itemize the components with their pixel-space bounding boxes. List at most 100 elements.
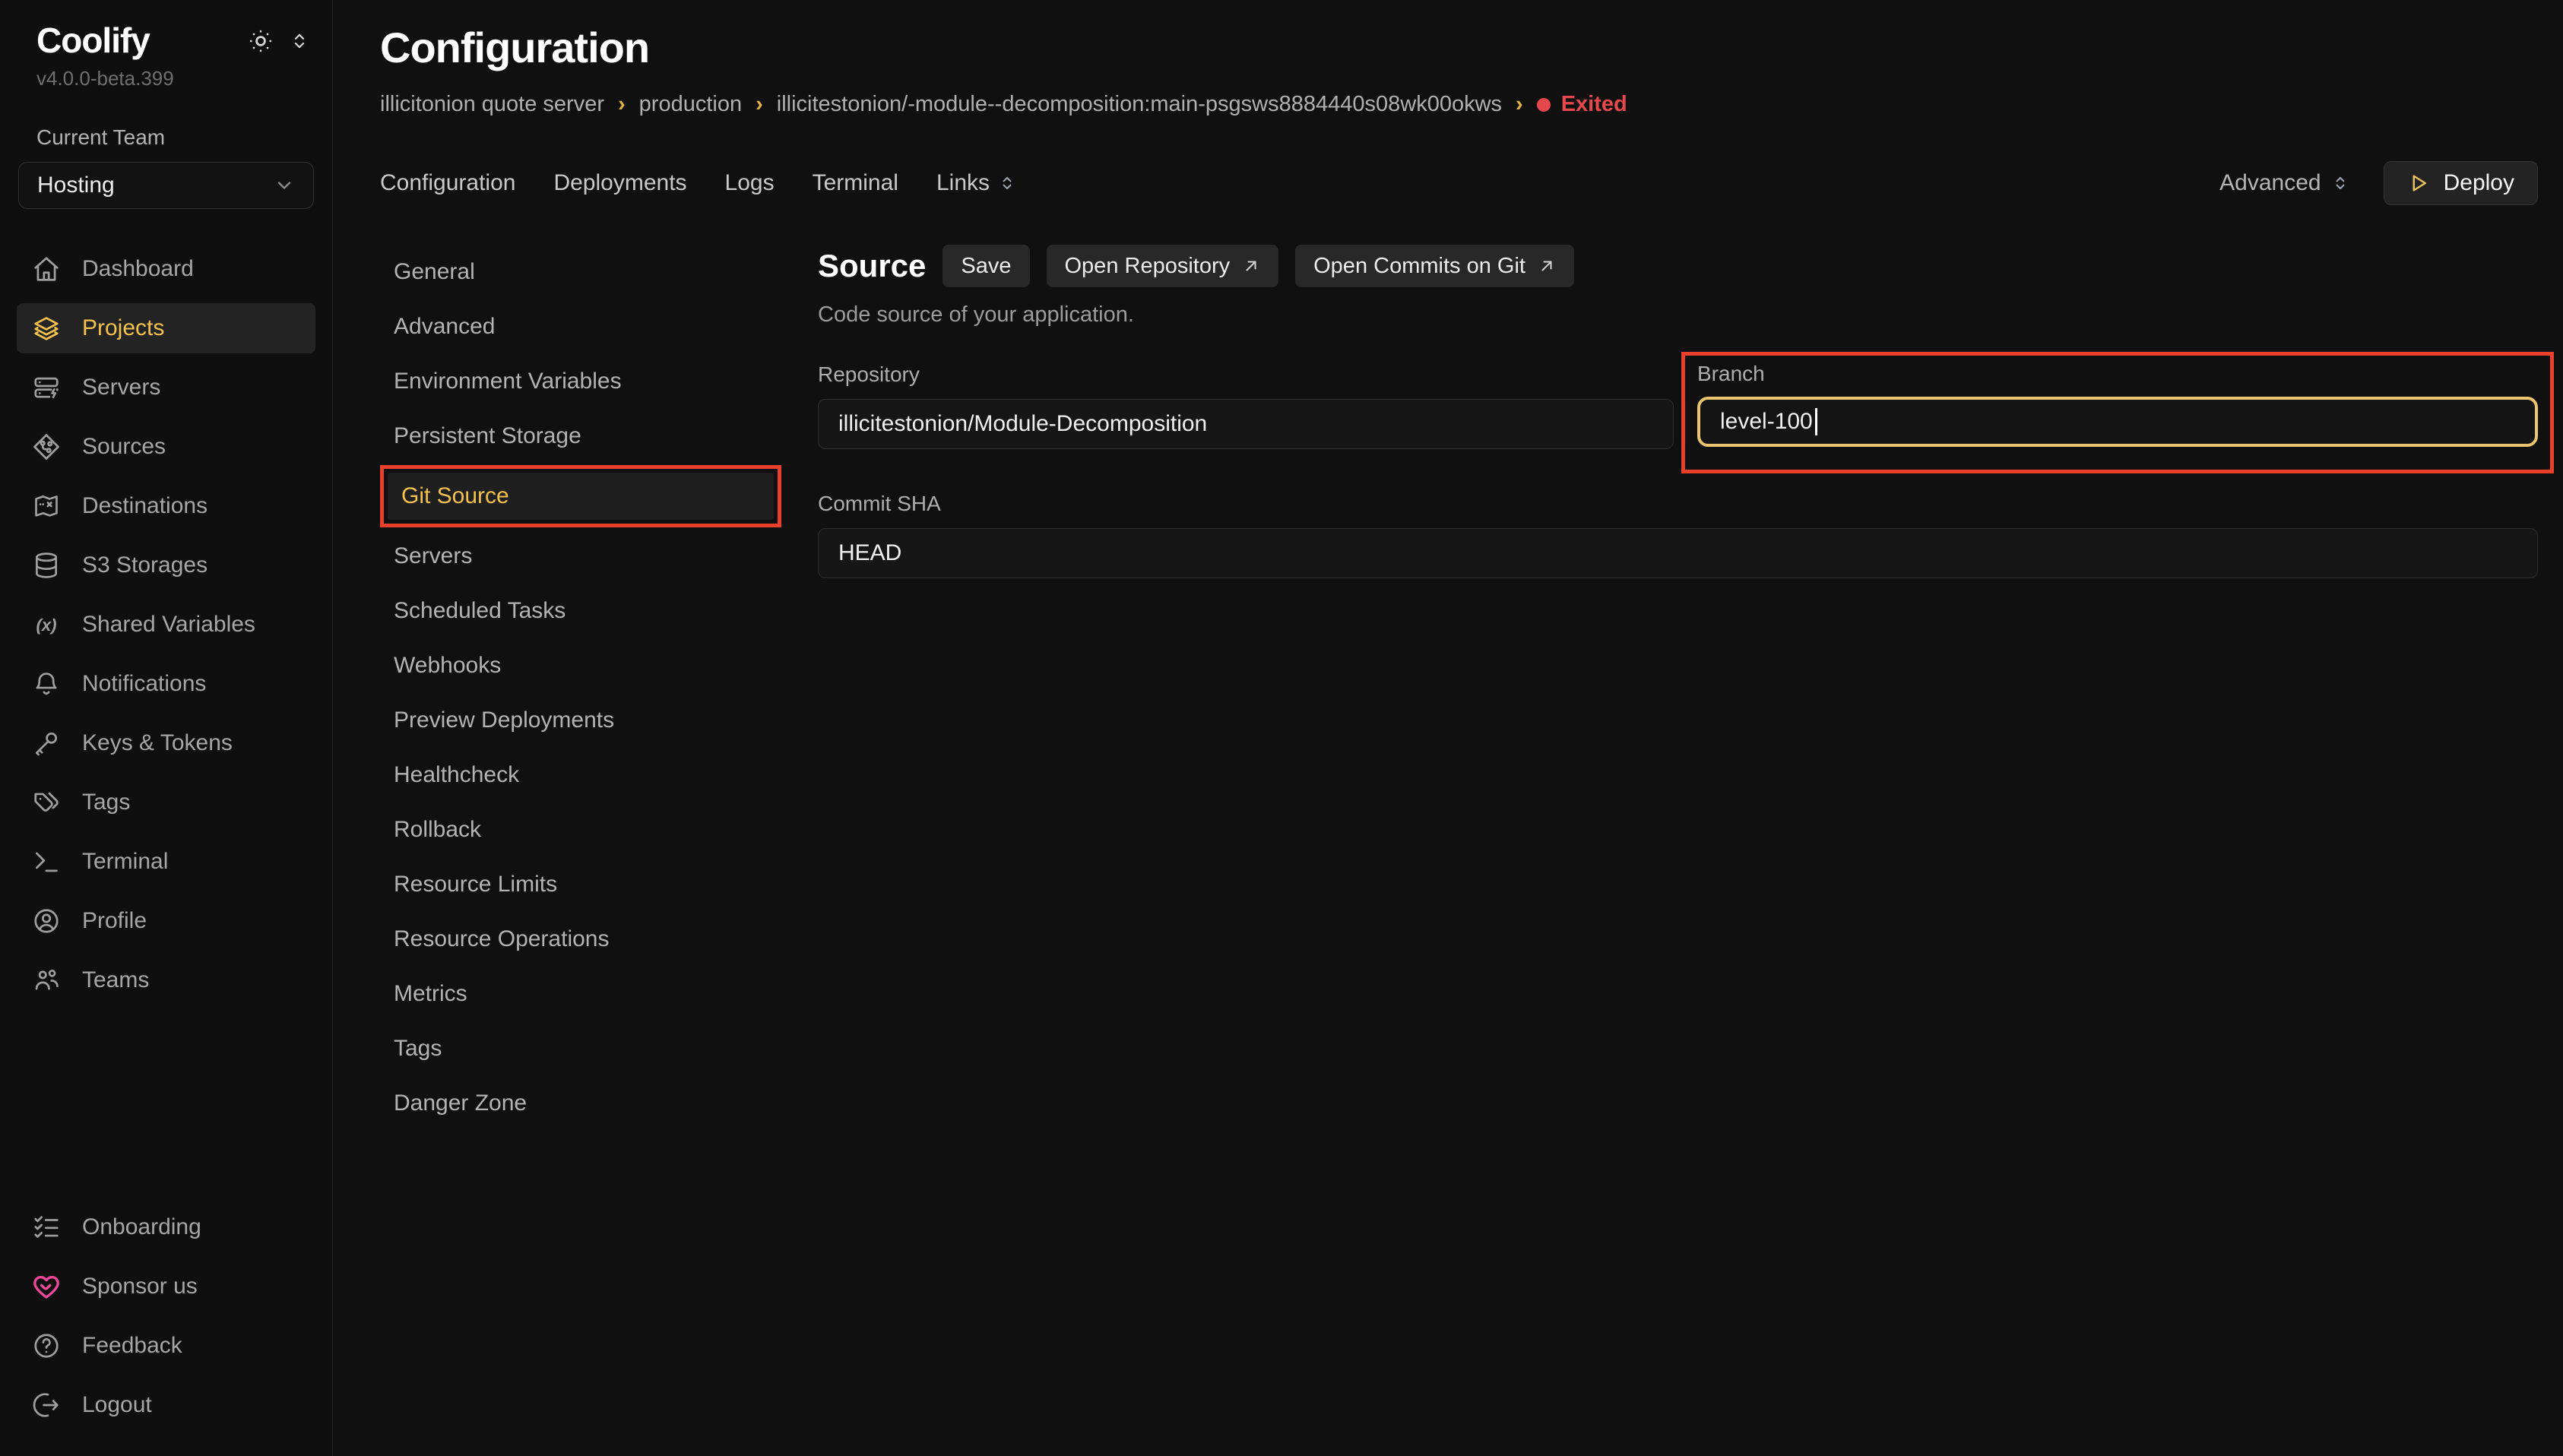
sidebar-nav: Dashboard Projects Servers Sources Desti…	[17, 244, 315, 1005]
branch-input[interactable]: level-100	[1697, 397, 2538, 447]
breadcrumb-separator-icon: ›	[618, 92, 626, 117]
sidebar-item-profile[interactable]: Profile	[17, 896, 315, 946]
commit-sha-field: Commit SHA HEAD	[818, 492, 2538, 578]
subnav-item-resource-operations[interactable]: Resource Operations	[380, 912, 818, 967]
tab-links[interactable]: Links	[936, 170, 1017, 196]
sidebar-item-shared-variables[interactable]: (x) Shared Variables	[17, 600, 315, 650]
sidebar-item-dashboard[interactable]: Dashboard	[17, 244, 315, 294]
advanced-dropdown[interactable]: Advanced	[2219, 170, 2349, 196]
subnav-item-advanced[interactable]: Advanced	[380, 299, 818, 354]
tabs: Configuration Deployments Logs Terminal …	[380, 170, 1017, 196]
variable-icon: (x)	[32, 610, 61, 639]
subnav-item-servers[interactable]: Servers	[380, 529, 818, 584]
repository-input[interactable]: illicitestonion/Module-Decomposition	[818, 399, 1674, 449]
sidebar-item-s3-storages[interactable]: S3 Storages	[17, 540, 315, 590]
home-icon	[32, 255, 61, 283]
database-icon	[32, 551, 61, 580]
layers-icon	[32, 314, 61, 343]
deploy-button[interactable]: Deploy	[2384, 161, 2538, 205]
main-content: Configuration illicitonion quote server …	[333, 0, 2563, 1456]
current-team-label: Current Team	[36, 125, 315, 150]
tab-deployments[interactable]: Deployments	[553, 170, 686, 196]
git-source-icon	[32, 432, 61, 461]
breadcrumb-project[interactable]: illicitonion quote server	[380, 92, 604, 117]
section-description: Code source of your application.	[818, 302, 2538, 328]
sidebar-item-logout[interactable]: Logout	[17, 1380, 315, 1430]
header-actions: Advanced Deploy	[2219, 161, 2538, 205]
sidebar-item-terminal[interactable]: Terminal	[17, 837, 315, 887]
logout-icon	[32, 1391, 61, 1420]
tab-configuration[interactable]: Configuration	[380, 170, 515, 196]
chevrons-up-down-icon	[997, 173, 1017, 193]
sidebar-item-tags[interactable]: Tags	[17, 777, 315, 828]
repository-label: Repository	[818, 362, 1674, 387]
heart-icon	[32, 1272, 61, 1301]
external-link-icon	[1538, 257, 1556, 275]
breadcrumb-separator-icon: ›	[756, 92, 763, 117]
sidebar-item-sources[interactable]: Sources	[17, 422, 315, 472]
user-circle-icon	[32, 907, 61, 935]
users-icon	[32, 966, 61, 995]
play-icon	[2407, 172, 2430, 195]
tags-icon	[32, 788, 61, 817]
subnav-item-metrics[interactable]: Metrics	[380, 967, 818, 1021]
breadcrumb-environment[interactable]: production	[639, 92, 742, 117]
svg-text:(x): (x)	[36, 616, 56, 635]
sidebar-item-feedback[interactable]: Feedback	[17, 1321, 315, 1371]
sidebar-item-destinations[interactable]: Destinations	[17, 481, 315, 531]
git-source-section: Source Save Open Repository Open Commits…	[818, 245, 2538, 578]
subnav-item-git-source[interactable]: Git Source	[388, 473, 774, 520]
team-select[interactable]: Hosting	[18, 162, 314, 209]
sidebar-item-teams[interactable]: Teams	[17, 955, 315, 1005]
sidebar-item-onboarding[interactable]: Onboarding	[17, 1202, 315, 1252]
checklist-icon	[32, 1213, 61, 1242]
key-icon	[32, 729, 61, 758]
sidebar-item-keys-tokens[interactable]: Keys & Tokens	[17, 718, 315, 768]
terminal-icon	[32, 847, 61, 876]
logo-row: Coolify	[17, 20, 315, 61]
chevron-down-icon	[274, 175, 295, 196]
breadcrumb-application[interactable]: illicitestonion/-module--decomposition:m…	[777, 92, 1502, 117]
subnav-item-persistent-storage[interactable]: Persistent Storage	[380, 409, 818, 464]
configuration-subnav: General Advanced Environment Variables P…	[380, 245, 818, 1131]
subnav-item-healthcheck[interactable]: Healthcheck	[380, 748, 818, 802]
subnav-item-danger-zone[interactable]: Danger Zone	[380, 1076, 818, 1131]
server-icon	[32, 373, 61, 402]
annotation-box-branch: Branch level-100	[1681, 352, 2554, 473]
annotation-box-git-source: Git Source	[380, 465, 781, 527]
sidebar-item-servers[interactable]: Servers	[17, 362, 315, 413]
theme-sun-icon[interactable]	[247, 27, 274, 55]
chevrons-up-down-icon	[2330, 173, 2350, 193]
sidebar: Coolify v4.0.0-beta.399 Current Team Hos…	[0, 0, 333, 1456]
subnav-item-webhooks[interactable]: Webhooks	[380, 638, 818, 693]
sidebar-item-notifications[interactable]: Notifications	[17, 659, 315, 709]
subnav-item-resource-limits[interactable]: Resource Limits	[380, 857, 818, 912]
app-version: v4.0.0-beta.399	[36, 67, 315, 90]
tab-terminal[interactable]: Terminal	[813, 170, 898, 196]
subnav-item-tags[interactable]: Tags	[380, 1021, 818, 1076]
team-select-value: Hosting	[37, 173, 115, 198]
sidebar-footer-nav: Onboarding Sponsor us Feedback Logout	[17, 1202, 315, 1430]
section-title: Source	[818, 248, 926, 284]
subnav-item-general[interactable]: General	[380, 245, 818, 299]
subnav-item-environment-variables[interactable]: Environment Variables	[380, 354, 818, 409]
page-title: Configuration	[380, 23, 2538, 72]
branch-label: Branch	[1697, 362, 2538, 386]
open-commits-button[interactable]: Open Commits on Git	[1295, 245, 1574, 287]
status-label: Exited	[1561, 92, 1627, 117]
sidebar-item-sponsor[interactable]: Sponsor us	[17, 1261, 315, 1312]
subnav-item-preview-deployments[interactable]: Preview Deployments	[380, 693, 818, 748]
bell-icon	[32, 669, 61, 698]
open-repository-button[interactable]: Open Repository	[1047, 245, 1279, 287]
tabs-row: Configuration Deployments Logs Terminal …	[380, 161, 2538, 205]
sidebar-item-projects[interactable]: Projects	[17, 303, 315, 353]
subnav-item-rollback[interactable]: Rollback	[380, 802, 818, 857]
map-icon	[32, 492, 61, 521]
subnav-item-scheduled-tasks[interactable]: Scheduled Tasks	[380, 584, 818, 638]
breadcrumb: illicitonion quote server › production ›…	[380, 92, 2538, 117]
save-button[interactable]: Save	[943, 245, 1029, 287]
commit-sha-input[interactable]: HEAD	[818, 528, 2538, 578]
commit-sha-label: Commit SHA	[818, 492, 2538, 516]
theme-selector-chevrons-icon[interactable]	[288, 30, 311, 52]
tab-logs[interactable]: Logs	[725, 170, 775, 196]
